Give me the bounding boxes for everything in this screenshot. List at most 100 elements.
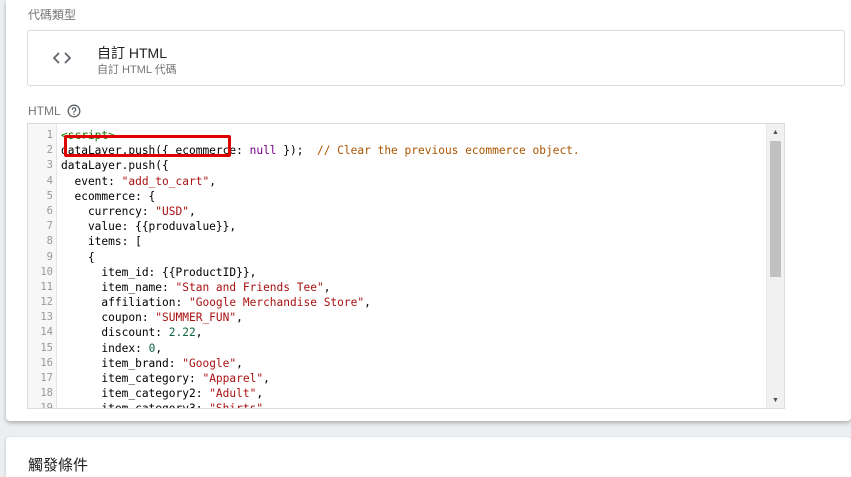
code-token: "Apparel" [202, 372, 264, 385]
code-text: index: 0, [61, 341, 162, 356]
code-line: 13 coupon: "SUMMER_FUN", [28, 310, 767, 325]
line-number: 19 [40, 402, 53, 409]
code-token: // Clear the previous ecommerce object. [316, 144, 580, 158]
line-number: 13 [40, 311, 53, 324]
code-text: { [61, 250, 95, 265]
code-line: 3 dataLayer.push({ [28, 158, 767, 173]
tag-type-selector[interactable]: 自訂 HTML 自訂 HTML 代碼 [27, 30, 845, 86]
code-token: , [195, 326, 203, 340]
code-token: null [249, 144, 277, 158]
code-line: 14 discount: 2.22, [28, 325, 767, 340]
code-token: coupon: [61, 311, 156, 325]
code-token: "Google" [182, 356, 237, 370]
line-number: 10 [40, 265, 53, 278]
code-token: value: {{produvalue}}, [61, 220, 237, 234]
code-text: item_name: "Stan and Friends Tee", [61, 280, 330, 295]
code-token: "add_to_cart" [121, 174, 210, 188]
line-number: 5 [46, 189, 53, 202]
code-token: , [236, 311, 243, 325]
line-number: 8 [46, 235, 53, 248]
code-token: item_name: [61, 280, 176, 294]
html-label-text: HTML [28, 104, 61, 118]
triggering-card: 觸發條件 [6, 437, 851, 477]
tag-type-subtitle: 自訂 HTML 代碼 [97, 64, 177, 76]
line-number: 1 [46, 129, 53, 141]
code-text: affiliation: "Google Merchandise Store", [61, 295, 371, 310]
code-token: affiliation: [61, 296, 189, 310]
code-token: index: [61, 341, 149, 355]
code-line: 17 item_category: "Apparel", [28, 371, 767, 386]
line-number: 15 [40, 341, 53, 354]
code-token: item_category2: [61, 387, 210, 401]
line-number: 16 [40, 356, 53, 369]
line-number: 2 [46, 144, 53, 157]
line-number: 7 [46, 220, 53, 233]
code-line: 10 item_id: {{ProductID}}, [28, 265, 767, 280]
highlight-box-item-id [64, 135, 231, 157]
code-line: 18 item_category2: "Adult", [28, 386, 767, 401]
code-line: 9 { [28, 250, 767, 265]
line-number: 18 [40, 387, 53, 400]
scroll-up-icon[interactable]: ▲ [767, 124, 784, 140]
code-token: , [155, 341, 163, 355]
code-text: item_brand: "Google", [61, 356, 243, 371]
code-token: 2.22 [168, 326, 196, 340]
code-token: "Google Merchandise Store" [188, 296, 365, 310]
scroll-down-icon[interactable]: ▼ [767, 392, 784, 408]
code-text: item_category2: "Adult", [61, 386, 263, 401]
code-text: event: "add_to_cart", [61, 174, 216, 189]
code-text: ecommerce: { [61, 189, 155, 204]
code-line: 5 ecommerce: { [28, 189, 767, 204]
code-token: , [364, 296, 371, 310]
tag-configuration-card: 代碼類型 自訂 HTML 自訂 HTML 代碼 HTML 1 <script> 2 d… [6, 0, 851, 421]
code-token: item_category: [61, 372, 203, 385]
code-line: 6 currency: "USD", [28, 204, 767, 219]
scrollbar-thumb[interactable] [770, 141, 781, 277]
code-text: currency: "USD", [61, 204, 196, 219]
line-number: 12 [40, 296, 53, 309]
code-line: 11 item_name: "Stan and Friends Tee", [28, 280, 767, 295]
line-number: 14 [40, 326, 53, 339]
code-token: , [256, 387, 264, 401]
code-token: , [263, 372, 270, 385]
code-token: ecommerce: { [61, 189, 156, 203]
line-number: 17 [40, 372, 53, 384]
code-token: , [263, 402, 270, 409]
code-token: "Stan and Friends Tee" [175, 280, 324, 294]
code-token: , [209, 174, 216, 188]
code-line: 12 affiliation: "Google Merchandise Stor… [28, 295, 767, 310]
editor-scrollbar[interactable]: ▲ ▼ [766, 124, 784, 408]
code-token: item_id: {{ProductID}}, [61, 265, 257, 279]
code-token: }); [276, 144, 317, 158]
code-token: item_brand: [61, 356, 183, 370]
help-icon[interactable] [67, 104, 81, 118]
html-field-label: HTML [28, 104, 81, 118]
code-text: discount: 2.22, [61, 325, 202, 340]
code-token: items: [ [61, 235, 142, 249]
code-icon [53, 52, 71, 64]
line-number: 3 [46, 159, 53, 172]
triggering-title: 觸發條件 [28, 457, 89, 474]
code-token: "SUMMER_FUN" [155, 311, 237, 325]
code-token: "Shirts" [209, 402, 264, 409]
tag-type-label: 代碼類型 [28, 8, 77, 22]
code-line: 4 event: "add_to_cart", [28, 174, 767, 189]
code-token: dataLayer.push({ [61, 159, 169, 173]
line-number: 9 [46, 250, 53, 263]
code-lines: 1 <script> 2 dataLayer.push({ ecommerce: nu… [28, 128, 767, 409]
code-line: 7 value: {{produvalue}}, [28, 219, 767, 234]
code-line: 15 index: 0, [28, 341, 767, 356]
code-token: , [323, 280, 331, 294]
code-token: discount: [61, 326, 169, 340]
code-text: item_category3: "Shirts", [61, 401, 270, 409]
code-token: , [236, 356, 243, 370]
code-line: 19 item_category3: "Shirts", [28, 401, 767, 409]
code-text: item_category: "Apparel", [61, 371, 270, 386]
code-token: "Adult" [209, 387, 257, 401]
html-code-editor[interactable]: 1 <script> 2 dataLayer.push({ ecommerce: nu… [27, 123, 785, 409]
code-token: item_category3: [61, 402, 210, 409]
code-text: dataLayer.push({ [61, 158, 169, 173]
code-token: { [61, 250, 95, 264]
code-line: 16 item_brand: "Google", [28, 356, 767, 371]
tag-type-title: 自訂 HTML [97, 45, 167, 61]
